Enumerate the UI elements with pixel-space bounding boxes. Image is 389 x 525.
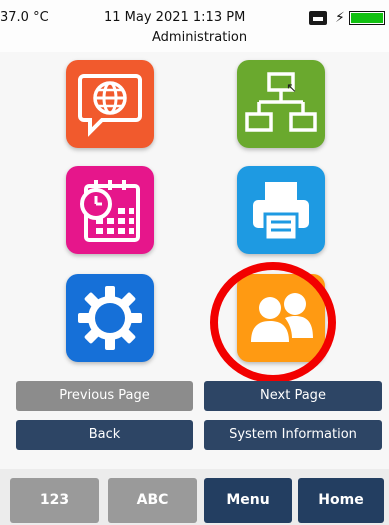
menu-button[interactable]: Menu bbox=[204, 478, 292, 523]
status-bar: 37.0 °C 11 May 2021 1:13 PM Administrati… bbox=[0, 0, 389, 52]
power-plug-icon: ⚡ bbox=[335, 10, 345, 26]
users-icon bbox=[251, 293, 313, 342]
printer-icon bbox=[253, 182, 309, 242]
calendar-button[interactable] bbox=[66, 166, 154, 254]
alpha-keyboard-button[interactable]: ABC bbox=[108, 478, 197, 523]
network-button[interactable] bbox=[237, 60, 325, 148]
internet-button[interactable] bbox=[66, 60, 154, 148]
globe-speech-icon bbox=[78, 74, 142, 137]
home-button[interactable]: Home bbox=[298, 478, 384, 523]
temperature-readout: 37.0 °C bbox=[0, 10, 49, 25]
mouse-cursor-icon: ↖ bbox=[286, 81, 297, 96]
numeric-keyboard-button[interactable]: 123 bbox=[10, 478, 99, 523]
printer-button[interactable] bbox=[237, 166, 325, 254]
network-port-icon bbox=[309, 11, 327, 25]
status-icons: ⚡ bbox=[309, 10, 389, 30]
calendar-clock-icon bbox=[80, 180, 140, 242]
network-tree-icon bbox=[245, 72, 317, 132]
previous-page-button[interactable]: Previous Page bbox=[16, 381, 193, 411]
system-information-button[interactable]: System Information bbox=[204, 420, 382, 450]
next-page-button[interactable]: Next Page bbox=[204, 381, 382, 411]
battery-icon bbox=[349, 11, 385, 25]
settings-button[interactable] bbox=[66, 274, 154, 362]
date-time: 11 May 2021 1:13 PM bbox=[104, 10, 246, 25]
users-button[interactable] bbox=[237, 274, 325, 362]
page-title: Administration bbox=[152, 30, 248, 45]
admin-screen: 37.0 °C 11 May 2021 1:13 PM Administrati… bbox=[0, 0, 389, 525]
back-button[interactable]: Back bbox=[16, 420, 193, 450]
gear-icon bbox=[78, 286, 142, 350]
